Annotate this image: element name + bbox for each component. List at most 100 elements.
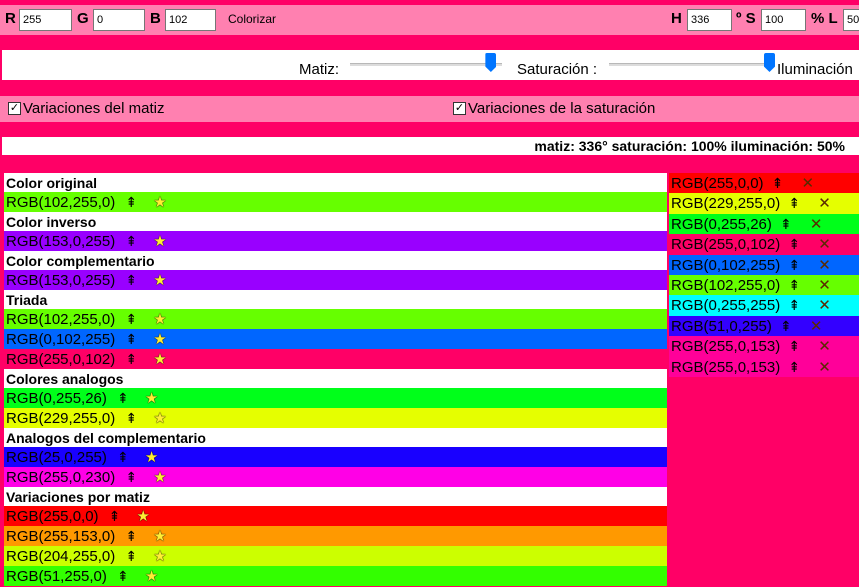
star-icon[interactable]: ★	[145, 388, 158, 409]
pin-icon[interactable]: ⇞	[788, 236, 800, 252]
saved-color-row[interactable]: RGB(229,255,0) ⇞ ✕	[669, 193, 859, 214]
saved-color-row[interactable]: RGB(0,255,26) ⇞ ✕	[669, 213, 859, 235]
star-icon[interactable]: ★	[153, 349, 166, 370]
color-controls-bar: R G B Colorizar H º S % L	[0, 5, 859, 35]
star-icon[interactable]: ★	[153, 408, 166, 429]
checkbox-checked-icon[interactable]: ✓	[8, 102, 21, 115]
remove-x-icon[interactable]: ✕	[818, 193, 831, 214]
pin-icon[interactable]: ⇞	[125, 331, 137, 347]
saturation-slider-thumb[interactable]	[764, 53, 775, 72]
b-input[interactable]	[165, 9, 216, 31]
pin-icon[interactable]: ⇞	[788, 195, 800, 211]
color-value: RGB(255,0,0)	[6, 508, 99, 525]
saved-color-row[interactable]: RGB(255,0,102) ⇞ ✕	[669, 234, 859, 255]
saved-color-row[interactable]: RGB(255,0,0) ⇞ ✕	[669, 173, 859, 194]
s-label: º S	[736, 10, 756, 27]
saved-color-row[interactable]: RGB(0,255,255) ⇞ ✕	[669, 295, 859, 316]
color-row[interactable]: RGB(0,102,255) ⇞ ★	[4, 329, 667, 349]
pin-icon[interactable]: ⇞	[788, 359, 800, 375]
pin-icon[interactable]: ⇞	[788, 257, 800, 273]
star-icon[interactable]: ★	[137, 506, 150, 527]
remove-x-icon[interactable]: ✕	[818, 234, 831, 255]
color-value: RGB(255,0,102)	[6, 351, 116, 368]
star-icon[interactable]: ★	[153, 309, 166, 330]
saved-color-row[interactable]: RGB(255,0,153) ⇞ ✕	[669, 336, 859, 357]
l-input[interactable]	[843, 9, 859, 31]
remove-x-icon[interactable]: ✕	[818, 295, 831, 316]
r-input[interactable]	[19, 9, 72, 31]
color-value: RGB(255,153,0)	[6, 528, 116, 545]
saved-color-row[interactable]: RGB(102,255,0) ⇞ ✕	[669, 274, 859, 296]
hue-slider-track[interactable]	[350, 63, 502, 66]
star-icon[interactable]: ★	[153, 192, 166, 213]
remove-x-icon[interactable]: ✕	[810, 214, 823, 235]
saturation-slider-track[interactable]	[609, 63, 771, 66]
g-input[interactable]	[93, 9, 145, 31]
color-row[interactable]: RGB(255,0,0) ⇞ ★	[4, 506, 667, 526]
pin-icon[interactable]: ⇞	[780, 216, 792, 232]
colorize-button[interactable]: Colorizar	[228, 12, 276, 26]
color-row[interactable]: RGB(255,0,102) ⇞ ★	[4, 349, 667, 369]
pin-icon[interactable]: ⇞	[788, 338, 800, 354]
s-input[interactable]	[761, 9, 806, 31]
color-row[interactable]: RGB(0,255,26) ⇞ ★	[4, 388, 667, 408]
color-summary: matiz: 336° saturación: 100% iluminación…	[2, 137, 859, 155]
checkbox-checked-icon[interactable]: ✓	[453, 102, 466, 115]
star-icon[interactable]: ★	[153, 467, 166, 488]
color-row[interactable]: RGB(229,255,0) ⇞ ★	[4, 408, 667, 428]
remove-x-icon[interactable]: ✕	[818, 357, 831, 378]
pin-icon[interactable]: ⇞	[125, 272, 137, 288]
color-row[interactable]: RGB(255,153,0) ⇞ ★	[4, 526, 667, 546]
pin-icon[interactable]: ⇞	[125, 410, 137, 426]
star-icon[interactable]: ★	[153, 270, 166, 291]
pin-icon[interactable]: ⇞	[125, 233, 137, 249]
saved-color-row[interactable]: RGB(255,0,153) ⇞ ✕	[669, 356, 859, 378]
hue-slider-thumb[interactable]	[485, 53, 497, 72]
variation-options: ✓ Variaciones del matiz ✓ Variaciones de…	[0, 96, 859, 122]
pin-icon[interactable]: ⇞	[117, 390, 129, 406]
star-icon[interactable]: ★	[153, 231, 166, 252]
h-input[interactable]	[687, 9, 732, 31]
section-title: Analogos del complementario	[6, 430, 206, 446]
remove-x-icon[interactable]: ✕	[818, 336, 831, 357]
color-value: RGB(102,255,0)	[671, 276, 781, 294]
pin-icon[interactable]: ⇞	[117, 568, 129, 584]
star-icon[interactable]: ★	[153, 546, 166, 567]
color-value: RGB(229,255,0)	[6, 410, 116, 427]
hue-variations-checkbox[interactable]: ✓ Variaciones del matiz	[8, 100, 164, 117]
pin-icon[interactable]: ⇞	[125, 469, 137, 485]
star-icon[interactable]: ★	[145, 566, 158, 587]
saturation-variations-checkbox[interactable]: ✓ Variaciones de la saturación	[453, 100, 655, 117]
star-icon[interactable]: ★	[153, 526, 166, 547]
color-row[interactable]: RGB(51,255,0) ⇞ ★	[4, 566, 667, 586]
saved-color-row[interactable]: RGB(0,102,255) ⇞ ✕	[669, 254, 859, 276]
color-value: RGB(0,102,255)	[6, 331, 116, 348]
color-value: RGB(0,255,255)	[671, 297, 781, 315]
pin-icon[interactable]: ⇞	[125, 528, 137, 544]
remove-x-icon[interactable]: ✕	[818, 255, 831, 276]
saved-color-row[interactable]: RGB(51,0,255) ⇞ ✕	[669, 315, 859, 337]
remove-x-icon[interactable]: ✕	[802, 173, 815, 194]
color-row[interactable]: RGB(102,255,0) ⇞ ★	[4, 192, 667, 212]
color-row[interactable]: RGB(102,255,0) ⇞ ★	[4, 309, 667, 329]
color-row[interactable]: RGB(153,0,255) ⇞ ★	[4, 231, 667, 251]
pin-icon[interactable]: ⇞	[788, 277, 800, 293]
star-icon[interactable]: ★	[153, 329, 166, 350]
pin-icon[interactable]: ⇞	[125, 194, 137, 210]
remove-x-icon[interactable]: ✕	[818, 275, 831, 296]
color-row[interactable]: RGB(255,0,230) ⇞ ★	[4, 467, 667, 487]
section-title: Triada	[6, 292, 48, 308]
pin-icon[interactable]: ⇞	[772, 175, 784, 191]
pin-icon[interactable]: ⇞	[125, 548, 137, 564]
pin-icon[interactable]: ⇞	[117, 449, 129, 465]
pin-icon[interactable]: ⇞	[125, 351, 137, 367]
color-row[interactable]: RGB(25,0,255) ⇞ ★	[4, 447, 667, 467]
color-row[interactable]: RGB(153,0,255) ⇞ ★	[4, 270, 667, 290]
color-row[interactable]: RGB(204,255,0) ⇞ ★	[4, 546, 667, 566]
star-icon[interactable]: ★	[145, 447, 158, 468]
remove-x-icon[interactable]: ✕	[810, 316, 823, 337]
pin-icon[interactable]: ⇞	[788, 297, 800, 313]
pin-icon[interactable]: ⇞	[125, 311, 137, 327]
pin-icon[interactable]: ⇞	[780, 318, 792, 334]
pin-icon[interactable]: ⇞	[109, 508, 121, 524]
